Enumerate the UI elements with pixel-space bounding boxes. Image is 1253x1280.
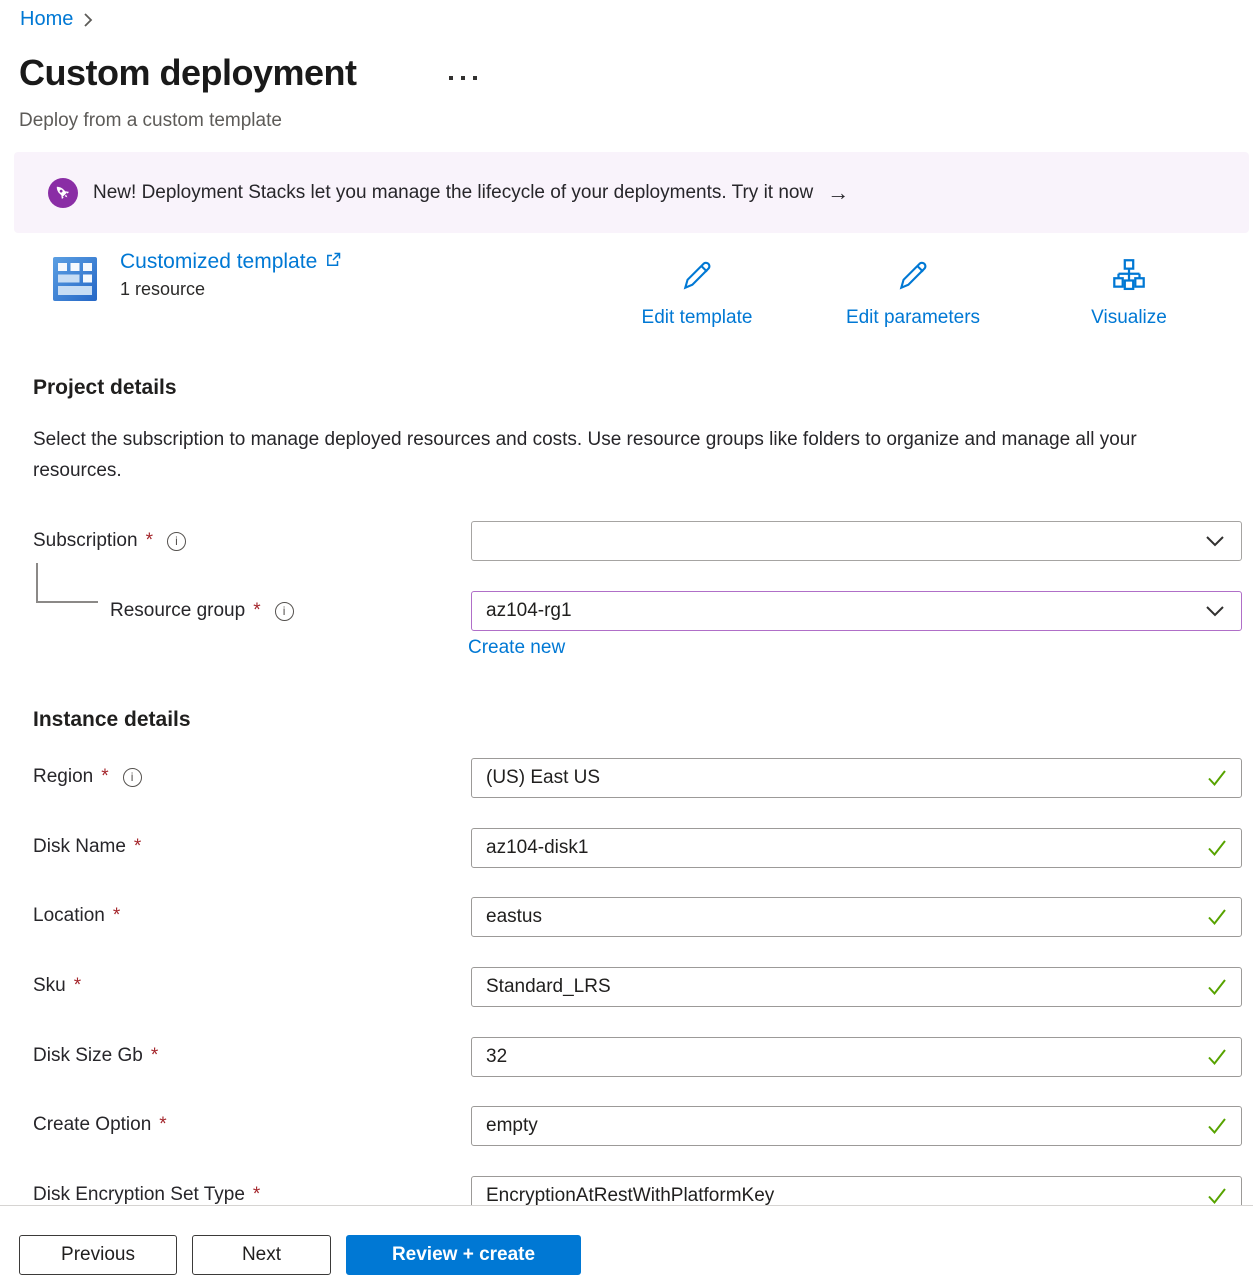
chevron-down-icon [1205,605,1225,617]
previous-button[interactable]: Previous [19,1235,177,1275]
create-option-input[interactable] [472,1107,1207,1145]
create-new-link[interactable]: Create new [468,637,565,659]
region-field[interactable] [471,758,1242,798]
disk-encryption-label: Disk Encryption Set Type * [33,1184,260,1206]
project-details-description: Select the subscription to manage deploy… [33,424,1183,486]
checkmark-icon [1207,1048,1227,1066]
banner-message: New! Deployment Stacks let you manage th… [93,182,813,204]
sku-label: Sku * [33,975,81,997]
checkmark-icon [1207,839,1227,857]
rocket-icon [48,178,78,208]
breadcrumb: Home [20,8,94,31]
location-field[interactable] [471,897,1242,937]
subscription-label: Subscription * i [33,530,186,552]
template-card: Customized template 1 resource [120,250,341,300]
subscription-dropdown[interactable] [471,521,1242,561]
disk-encryption-label-text: Disk Encryption Set Type [33,1184,245,1206]
subscription-value[interactable] [472,522,1205,560]
chevron-down-icon [1205,535,1225,547]
more-options-icon[interactable] [445,72,481,84]
required-marker: * [74,975,81,997]
disk-size-field[interactable] [471,1037,1242,1077]
review-create-button[interactable]: Review + create [346,1235,581,1275]
checkmark-icon [1207,1117,1227,1135]
sku-input[interactable] [472,968,1207,1006]
template-link-label: Customized template [120,250,317,274]
resource-group-label-text: Resource group [110,600,245,622]
region-label-text: Region [33,766,93,788]
resource-group-dropdown[interactable] [471,591,1242,631]
checkmark-icon [1207,1187,1227,1205]
info-icon[interactable]: i [167,532,186,551]
deployment-stacks-banner[interactable]: New! Deployment Stacks let you manage th… [14,152,1249,233]
visualize-button[interactable]: Visualize [1039,258,1219,329]
required-marker: * [253,1184,260,1206]
template-resource-count: 1 resource [120,279,341,300]
customized-template-link[interactable]: Customized template [120,250,341,274]
region-label: Region * i [33,766,142,788]
visualize-label: Visualize [1091,307,1167,329]
template-icon [52,256,98,302]
edit-template-label: Edit template [642,307,753,329]
required-marker: * [146,530,153,552]
subscription-label-text: Subscription [33,530,138,552]
indent-connector-horizontal [36,601,98,603]
chevron-right-icon [83,12,94,28]
region-input[interactable] [472,759,1207,797]
required-marker: * [113,905,120,927]
disk-name-field[interactable] [471,828,1242,868]
disk-size-label: Disk Size Gb * [33,1045,158,1067]
page-subtitle: Deploy from a custom template [19,110,282,132]
create-option-label-text: Create Option [33,1114,151,1136]
indent-connector-vertical [36,563,38,602]
next-button[interactable]: Next [192,1235,331,1275]
required-marker: * [159,1114,166,1136]
resource-group-value[interactable] [472,592,1205,630]
required-marker: * [134,836,141,858]
disk-name-label: Disk Name * [33,836,141,858]
create-option-field[interactable] [471,1106,1242,1146]
footer-bar: Previous Next Review + create [0,1205,1253,1280]
info-icon[interactable]: i [275,602,294,621]
custom-deployment-page: Home Custom deployment Deploy from a cus… [0,0,1253,1280]
create-option-label: Create Option * [33,1114,167,1136]
sku-field[interactable] [471,967,1242,1007]
info-icon[interactable]: i [123,768,142,787]
required-marker: * [253,600,260,622]
location-input[interactable] [472,898,1207,936]
project-details-heading: Project details [33,376,177,400]
disk-name-label-text: Disk Name [33,836,126,858]
sku-label-text: Sku [33,975,66,997]
edit-parameters-button[interactable]: Edit parameters [823,258,1003,329]
instance-details-heading: Instance details [33,708,191,732]
pencil-icon [679,258,715,299]
diagram-icon [1111,258,1147,299]
location-label: Location * [33,905,120,927]
pencil-icon [895,258,931,299]
required-marker: * [151,1045,158,1067]
resource-group-label: Resource group * i [110,600,294,622]
breadcrumb-home-link[interactable]: Home [20,8,73,31]
disk-size-label-text: Disk Size Gb [33,1045,143,1067]
edit-template-button[interactable]: Edit template [607,258,787,329]
disk-name-input[interactable] [472,829,1207,867]
checkmark-icon [1207,769,1227,787]
external-link-icon [325,250,341,274]
location-label-text: Location [33,905,105,927]
disk-size-input[interactable] [472,1038,1207,1076]
checkmark-icon [1207,978,1227,996]
arrow-right-icon[interactable]: → [827,180,849,206]
page-title: Custom deployment [19,52,357,94]
edit-parameters-label: Edit parameters [846,307,980,329]
required-marker: * [101,766,108,788]
checkmark-icon [1207,908,1227,926]
